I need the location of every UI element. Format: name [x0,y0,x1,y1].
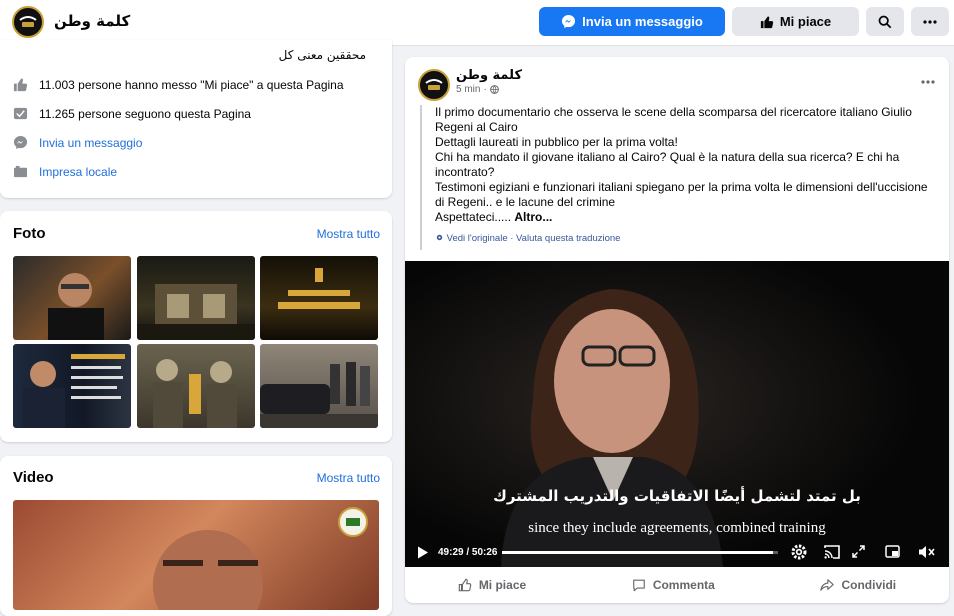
video-controls: 49:29 / 50:26 [405,537,949,567]
like-page-label: Mi piace [779,14,832,29]
category-row: Impresa locale [12,164,117,179]
comment-button[interactable]: Commenta [632,578,715,592]
search-button[interactable] [866,7,904,36]
videos-title: Video [13,469,54,486]
post-text-line: Il primo documentario che osserva le sce… [435,105,912,134]
logo-icon [15,9,41,35]
post-timestamp[interactable]: 5 min · [456,84,499,95]
like-post-button[interactable]: Mi piace [458,578,526,592]
post-time-text: 5 min [456,84,481,95]
see-more-link[interactable]: Altro... [514,210,552,224]
send-message-row[interactable]: Invia un messaggio [12,135,142,150]
photo-thumbnail[interactable] [13,256,131,340]
video-progress-bar[interactable] [502,551,778,554]
video-subtitle-english: since they include agreements, combined … [528,520,826,536]
category-icon [12,164,29,179]
search-icon [878,15,892,28]
post-options-button[interactable] [921,71,935,89]
video-time: 49:29 / 50:26 [438,547,498,558]
videos-see-all-link[interactable]: Mostra tutto [317,471,380,485]
video-player[interactable]: بل تمتد لتشمل أيضًا الاتفاقيات والتدريب … [405,261,949,567]
video-subtitle-arabic: بل تمتد لتشمل أيضًا الاتفاقيات والتدريب … [493,487,861,505]
photos-card: Foto Mostra tutto [0,211,392,442]
photo-thumbnail[interactable] [13,344,131,428]
video-progress-fill [502,551,773,554]
like-page-button[interactable]: Mi piace [732,7,859,36]
post-author-avatar[interactable] [418,69,450,101]
gear-icon [436,234,443,241]
post-card: كلمة وطن 5 min · Il primo documentario c… [405,57,949,603]
more-icon [921,80,935,84]
mute-icon[interactable] [918,545,936,559]
more-icon [923,19,937,24]
play-icon[interactable] [417,546,429,559]
likes-row: 11.003 persone hanno messo "Mi piace" a … [12,77,344,92]
translation-links[interactable]: Vedi l'originale · Valuta questa traduzi… [435,231,930,246]
miniplayer-icon[interactable] [885,545,900,558]
photos-see-all-link[interactable]: Mostra tutto [317,227,380,241]
logo-icon [421,72,447,98]
comment-icon [632,579,645,592]
photo-thumbnail[interactable] [137,256,255,340]
send-message-label: Invia un messaggio [582,14,703,29]
post-text-line: Chi ha mandato il giovane italiano al Ca… [435,150,900,179]
page-logo[interactable] [12,6,44,38]
intro-card: محققين معنى كل 11.003 persone hanno mess… [0,40,392,198]
post-actions: Mi piace Commenta Condividi [405,567,949,603]
share-icon [820,579,835,591]
follow-check-icon [12,106,29,121]
post-text-line: Aspettateci..... Altro... [435,210,930,225]
photos-title: Foto [13,225,46,242]
send-message-link[interactable]: Invia un messaggio [39,136,142,150]
thumbs-up-icon [12,77,29,92]
videos-card: Video Mostra tutto [0,456,392,616]
followers-count-text: 11.265 persone seguono questa Pagina [39,106,251,121]
photo-thumbnail[interactable] [260,256,378,340]
post-text-last: Aspettateci..... [435,210,515,224]
post-body: Il primo documentario che osserva le sce… [420,105,930,250]
followers-row: 11.265 persone seguono questa Pagina [12,106,251,121]
thumbs-up-icon [760,15,773,28]
post-text-line: Dettagli laureati in pubblico per la pri… [435,135,678,149]
video-thumbnail[interactable] [13,500,379,610]
messenger-icon [12,135,29,150]
share-button[interactable]: Condividi [820,578,896,592]
likes-count-text: 11.003 persone hanno messo "Mi piace" a … [39,77,344,92]
settings-icon[interactable] [791,544,807,560]
share-label: Condividi [841,578,897,592]
intro-description: محققين معنى كل [278,48,366,62]
photo-thumbnail[interactable] [137,344,255,428]
photo-thumbnail[interactable] [260,344,378,428]
more-options-button[interactable] [911,7,949,36]
translation-text[interactable]: Vedi l'originale · Valuta questa traduzi… [447,233,621,244]
send-message-button[interactable]: Invia un messaggio [539,7,725,36]
expand-icon[interactable] [852,545,865,558]
cast-icon[interactable] [824,545,840,559]
page-title[interactable]: كلمة وطن [54,12,130,30]
post-author-name[interactable]: كلمة وطن [456,68,522,83]
comment-label: Commenta [652,578,715,592]
category-link[interactable]: Impresa locale [39,165,117,179]
messenger-icon [562,14,576,29]
globe-icon [489,85,499,94]
like-post-label: Mi piace [478,578,527,592]
thumbs-up-icon [458,578,472,592]
post-text-line: Testimoni egiziani e funzionari italiani… [435,180,928,209]
